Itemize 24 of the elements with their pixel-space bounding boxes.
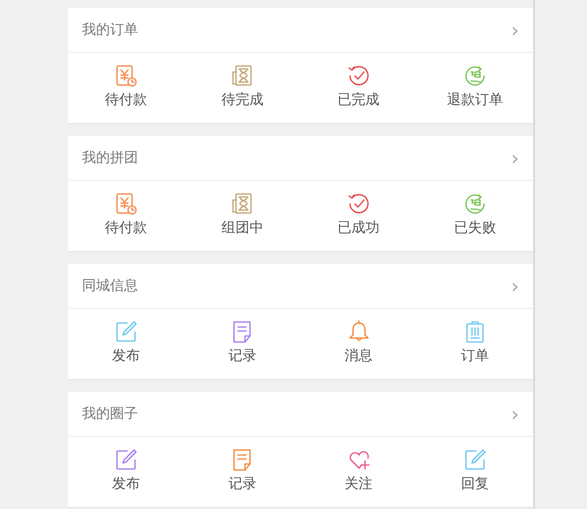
menu-item[interactable]: 组团中 [184, 181, 300, 251]
menu-item[interactable]: 发布 [68, 309, 184, 379]
menu-item[interactable]: 待付款 [68, 181, 184, 251]
section-header[interactable]: 我的拼团 › [68, 136, 533, 181]
section-header[interactable]: 我的圈子 › [68, 392, 533, 437]
menu-item[interactable]: 退款订单 [416, 53, 533, 123]
chevron-icon: › [511, 404, 519, 424]
section-header[interactable]: 我的订单 › [68, 8, 533, 53]
menu-item[interactable]: 待完成 [184, 53, 300, 123]
menu-item[interactable]: 消息 [300, 309, 417, 379]
menu-item[interactable]: 发布 [68, 437, 184, 507]
menu-item[interactable]: 已成功 [300, 181, 417, 251]
chevron-icon: › [511, 20, 519, 40]
menu-item[interactable]: 待付款 [68, 53, 184, 123]
chevron-icon: › [511, 276, 519, 296]
menu-item[interactable]: 记录 [184, 437, 300, 507]
menu-item[interactable]: 记录 [184, 309, 300, 379]
chevron-icon: › [511, 148, 519, 168]
menu-item[interactable]: 已失败 [416, 181, 533, 251]
menu-item[interactable]: 关注 [300, 437, 417, 507]
menu-item[interactable]: 回复 [416, 437, 533, 507]
section-header[interactable]: 同城信息 › [68, 264, 533, 309]
menu-item[interactable]: 订单 [416, 309, 533, 379]
menu-item[interactable]: 已完成 [300, 53, 417, 123]
